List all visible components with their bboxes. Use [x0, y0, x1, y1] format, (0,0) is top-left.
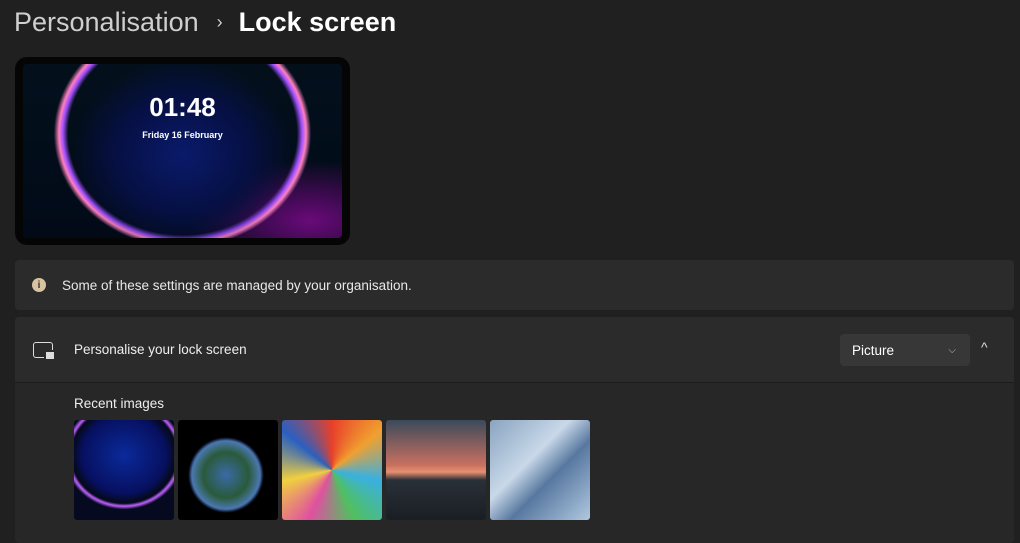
recent-image-4[interactable] [386, 420, 486, 520]
personalise-lock-screen-label: Personalise your lock screen [74, 342, 247, 357]
breadcrumb: Personalisation › Lock screen [14, 4, 396, 40]
chevron-right-icon: › [216, 11, 223, 32]
managed-notice-text: Some of these settings are managed by yo… [62, 277, 412, 293]
recent-image-2[interactable] [178, 420, 278, 520]
lock-screen-type-dropdown[interactable]: Picture ⌵ [840, 334, 970, 366]
recent-image-5[interactable] [490, 420, 590, 520]
breadcrumb-parent[interactable]: Personalisation [14, 7, 199, 38]
lock-screen-preview: 01:48 Friday 16 February [15, 57, 350, 245]
preview-wallpaper: 01:48 Friday 16 February [23, 64, 342, 238]
page-title: Lock screen [238, 6, 397, 37]
chevron-up-icon[interactable]: ^ [981, 339, 988, 355]
lock-screen-icon [33, 341, 56, 361]
recent-image-3[interactable] [282, 420, 382, 520]
preview-date: Friday 16 February [142, 130, 223, 140]
personalise-lock-screen-section: Personalise your lock screen Picture ⌵ ^… [15, 317, 1014, 543]
recent-image-1[interactable] [74, 420, 174, 520]
recent-images-list [74, 420, 590, 520]
preview-time: 01:48 [149, 92, 216, 122]
info-icon: i [32, 278, 46, 292]
dropdown-value: Picture [852, 342, 895, 358]
managed-notice: i Some of these settings are managed by … [15, 260, 1014, 310]
chevron-down-icon: ⌵ [948, 344, 956, 356]
recent-images-label: Recent images [74, 396, 165, 411]
